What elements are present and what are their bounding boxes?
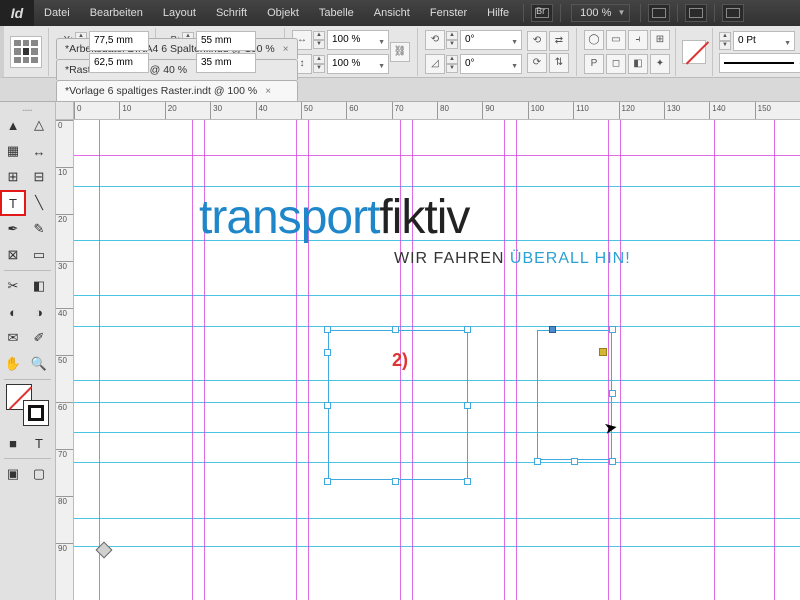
apply-color-icon[interactable]: ■ <box>1 431 25 455</box>
hand-tool[interactable]: ✋ <box>1 352 25 376</box>
p-icon[interactable]: P <box>584 54 604 74</box>
rotation-icon: ⟲ <box>425 30 445 50</box>
canvas[interactable]: 0102030405060708090100110120130140150 01… <box>56 102 800 600</box>
toolbox: ▲△ ▦↔ ⊞⊟ T╲ ✒✎ ⊠▭ ✂◧ ◐◑ ✉✐ ✋🔍 ■T ▣▢ <box>0 102 56 600</box>
rotation-field[interactable]: 0° <box>460 30 522 50</box>
ruler-origin[interactable] <box>56 102 74 120</box>
close-icon[interactable]: × <box>283 44 289 55</box>
document-tagline: WIR FAHREN ÜBERALL HIN! <box>394 250 631 268</box>
width-field[interactable]: 55 mm <box>196 31 256 51</box>
screen-mode-icon[interactable] <box>685 4 707 22</box>
scissors-tool[interactable]: ✂ <box>1 274 25 298</box>
menu-hilfe[interactable]: Hilfe <box>477 7 519 19</box>
stroke-style-combo[interactable] <box>719 53 800 73</box>
scale-x-field[interactable]: 100 % <box>327 30 389 50</box>
content-placer-tool[interactable]: ⊟ <box>27 165 51 189</box>
apply-text-icon[interactable]: T <box>27 431 51 455</box>
bridge-icon[interactable]: Br <box>531 4 553 22</box>
rectangle-frame-tool[interactable]: ⊠ <box>1 243 25 267</box>
type-tool[interactable]: T <box>1 191 25 215</box>
selection-tool[interactable]: ▲ <box>1 113 25 137</box>
menu-layout[interactable]: Layout <box>153 7 206 19</box>
height-field[interactable]: 35 mm <box>196 53 256 73</box>
menu-fenster[interactable]: Fenster <box>420 7 477 19</box>
wrap-icon[interactable]: ◻ <box>606 54 626 74</box>
gap-tool[interactable]: ↔ <box>27 139 51 163</box>
constrain-scale-icon[interactable]: ⛓ <box>390 42 410 62</box>
rotate-cw-icon[interactable]: ⟳ <box>527 53 547 73</box>
document-heading: transportfiktiv <box>199 190 469 245</box>
fill-stroke-proxy[interactable] <box>6 384 49 426</box>
page-surface[interactable]: transportfiktiv WIR FAHREN ÜBERALL HIN! <box>74 120 800 600</box>
pencil-tool[interactable]: ✎ <box>27 217 51 241</box>
eyedropper-tool[interactable]: ✐ <box>27 326 51 350</box>
ruler-horizontal[interactable]: 0102030405060708090100110120130140150 <box>74 102 800 120</box>
x-field[interactable]: 77,5 mm <box>89 31 149 51</box>
stroke-weight-field[interactable]: 0 Pt <box>733 31 795 51</box>
line-tool[interactable]: ╲ <box>27 191 51 215</box>
mouse-cursor: ➤ <box>602 417 619 439</box>
zoom-tool[interactable]: 🔍 <box>27 352 51 376</box>
flip-h-icon[interactable]: ⇄ <box>549 31 569 51</box>
ruler-vertical[interactable]: 0102030405060708090 <box>56 120 74 600</box>
menu-objekt[interactable]: Objekt <box>257 7 309 19</box>
arrange-icon[interactable] <box>722 4 744 22</box>
direct-selection-tool[interactable]: △ <box>27 113 51 137</box>
shear-field[interactable]: 0° <box>460 54 522 74</box>
view-mode-normal[interactable]: ▣ <box>1 462 25 486</box>
scale-y-field[interactable]: 100 % <box>327 54 389 74</box>
effects-icon[interactable]: ✦ <box>650 54 670 74</box>
align-icon[interactable]: ⫞ <box>628 30 648 50</box>
document-tabs: *Arbeitsdatei DINA4 6 Spalten.indd @ 100… <box>0 78 800 102</box>
view-mode-icon[interactable] <box>648 4 670 22</box>
flip-v-icon[interactable]: ⇅ <box>549 53 569 73</box>
rectangle-tool[interactable]: ▭ <box>27 243 51 267</box>
close-icon[interactable]: × <box>265 86 271 97</box>
y-field[interactable]: 62,5 mm <box>89 53 149 73</box>
note-tool[interactable]: ✉ <box>1 326 25 350</box>
menu-bar: Id DateiBearbeitenLayoutSchriftObjektTab… <box>0 0 800 26</box>
fill-swatch[interactable] <box>682 40 706 64</box>
menu-ansicht[interactable]: Ansicht <box>364 7 420 19</box>
app-logo: Id <box>0 0 34 26</box>
menu-tabelle[interactable]: Tabelle <box>309 7 364 19</box>
annotation-label: 2) <box>392 350 408 371</box>
gradient-swatch-tool[interactable]: ◐ <box>1 300 25 324</box>
page-tool[interactable]: ▦ <box>1 139 25 163</box>
corner-icon[interactable]: ◧ <box>628 54 648 74</box>
view-mode-preview[interactable]: ▢ <box>27 462 51 486</box>
pathfinder-icon[interactable]: ◯ <box>584 30 604 50</box>
menu-bearbeiten[interactable]: Bearbeiten <box>80 7 153 19</box>
free-transform-tool[interactable]: ◧ <box>27 274 51 298</box>
zoom-level-combo[interactable]: 100 % <box>571 4 630 22</box>
menu-datei[interactable]: Datei <box>34 7 80 19</box>
rotate-ccw-icon[interactable]: ⟲ <box>527 31 547 51</box>
interval-icon[interactable]: ▭ <box>606 30 626 50</box>
gradient-feather-tool[interactable]: ◑ <box>27 300 51 324</box>
shear-icon: ◿ <box>425 54 445 74</box>
document-tab[interactable]: *Vorlage 6 spaltiges Raster.indt @ 100 %… <box>56 80 298 101</box>
reference-point-proxy[interactable] <box>10 36 42 68</box>
content-collector-tool[interactable]: ⊞ <box>1 165 25 189</box>
control-bar: X:▲▼77,5 mm Y:▲▼62,5 mm B:▲▼55 mm H:▲▼35… <box>0 26 800 78</box>
menu-schrift[interactable]: Schrift <box>206 7 257 19</box>
distribute-icon[interactable]: ⊞ <box>650 30 670 50</box>
pen-tool[interactable]: ✒ <box>1 217 25 241</box>
